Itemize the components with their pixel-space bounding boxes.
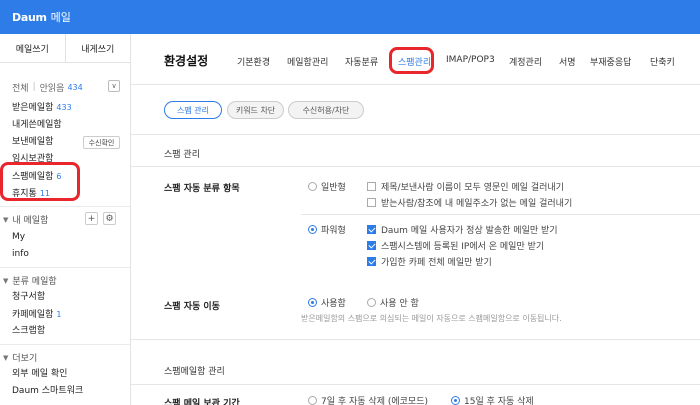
tab-autoclassify[interactable]: 자동분류 — [345, 55, 378, 68]
subtab-keyword-block[interactable]: 키워드 차단 — [227, 101, 284, 119]
checkbox-registered-ip[interactable] — [367, 241, 376, 250]
mailbox-filter-row: 전체 | 안읽음 434 ∨ — [12, 80, 120, 94]
chevron-down-icon: ▼ — [3, 353, 9, 362]
checkbox-cafe-mail[interactable] — [367, 257, 376, 266]
checkbox-no-recipient[interactable] — [367, 198, 376, 207]
my-mailbox-header[interactable]: ▼ 내 메일함 — [3, 213, 48, 227]
radio-strong[interactable] — [308, 225, 317, 234]
radio-normal-label: 일반형 — [321, 183, 346, 193]
radio-normal[interactable] — [308, 182, 317, 191]
chevron-down-icon[interactable]: ∨ — [108, 80, 120, 92]
highlight-annotation-spam-trash — [0, 162, 80, 201]
radio-period-15[interactable] — [451, 396, 460, 405]
compose-self-button[interactable]: 내게쓰기 — [66, 34, 131, 62]
tab-away[interactable]: 부재중응답 — [590, 55, 631, 68]
subtab-allow-block[interactable]: 수신허용/차단 — [288, 101, 364, 119]
folder-cafe[interactable]: 카페메일함 1 — [12, 308, 62, 321]
tab-shortcuts[interactable]: 단축키 — [650, 55, 675, 68]
folder-my[interactable]: My — [12, 231, 25, 244]
folder-sent[interactable]: 보낸메일함 — [12, 136, 53, 149]
tab-mailbox[interactable]: 메일함관리 — [287, 55, 328, 68]
filter-unread[interactable]: 안읽음 — [40, 81, 65, 94]
tab-basic[interactable]: 기본환경 — [237, 55, 270, 68]
checkbox-daum-users[interactable] — [367, 225, 376, 234]
read-receipt-button[interactable]: 수신확인 — [83, 136, 120, 149]
spambox-period-label: 스팸 메일 보관 기간 — [164, 399, 240, 405]
spam-move-label: 스팸 자동 이동 — [164, 302, 220, 312]
filter-all[interactable]: 전체 — [12, 81, 29, 94]
highlight-annotation-spam-tab — [389, 47, 434, 74]
app-title[interactable]: 메일 — [51, 9, 71, 25]
radio-period-7[interactable] — [308, 396, 317, 405]
spam-move-description: 받은메일함의 스팸으로 의심되는 메일이 자동으로 스팸메일함으로 이동됩니다. — [301, 314, 562, 323]
section-spam: 스팸 관리 — [164, 150, 200, 160]
page-title: 환경설정 — [164, 54, 209, 68]
chevron-down-icon: ▼ — [3, 276, 9, 285]
compose-row: 메일쓰기 내게쓰기 — [0, 34, 130, 63]
more-header[interactable]: ▼ 더보기 — [3, 351, 37, 365]
folder-info[interactable]: info — [12, 248, 29, 261]
subtab-spam[interactable]: 스팸 관리 — [164, 101, 222, 119]
section-spambox: 스팸메일함 관리 — [164, 367, 225, 377]
checkbox-english-subject[interactable] — [367, 182, 376, 191]
classified-header[interactable]: ▼ 분류 메일함 — [3, 274, 57, 288]
add-icon[interactable]: + — [85, 212, 98, 225]
radio-move-on[interactable] — [308, 298, 317, 307]
folder-scrap[interactable]: 스크랩함 — [12, 325, 45, 338]
radio-move-off[interactable] — [367, 298, 376, 307]
top-bar: Daum 메일 — [0, 0, 700, 34]
unread-count: 434 — [67, 82, 83, 92]
radio-strong-label: 파워형 — [321, 226, 346, 236]
sidebar: 메일쓰기 내게쓰기 전체 | 안읽음 434 ∨ 받은메일함 433 내게쓴메일함… — [0, 34, 131, 405]
chevron-down-icon: ▼ — [3, 215, 9, 224]
gear-icon[interactable]: ⚙ — [103, 212, 116, 225]
folder-self[interactable]: 내게쓴메일함 — [12, 119, 62, 132]
folder-inbox[interactable]: 받은메일함 433 — [12, 101, 72, 114]
folder-bills[interactable]: 청구서함 — [12, 291, 45, 304]
compose-button[interactable]: 메일쓰기 — [0, 34, 66, 62]
settings-panel: 환경설정 기본환경 메일함관리 자동분류 스팸관리 IMAP/POP3 계정관리… — [131, 34, 700, 405]
tab-signature[interactable]: 서명 — [559, 55, 576, 68]
spam-auto-label: 스팸 자동 분류 항목 — [164, 184, 240, 194]
tab-account[interactable]: 계정관리 — [509, 55, 542, 68]
daum-logo[interactable]: Daum — [12, 11, 47, 24]
smartwork-link[interactable]: Daum 스마트워크 — [12, 385, 83, 398]
tab-imap[interactable]: IMAP/POP3 — [446, 55, 495, 65]
external-mail-link[interactable]: 외부 메일 확인 — [12, 368, 67, 381]
